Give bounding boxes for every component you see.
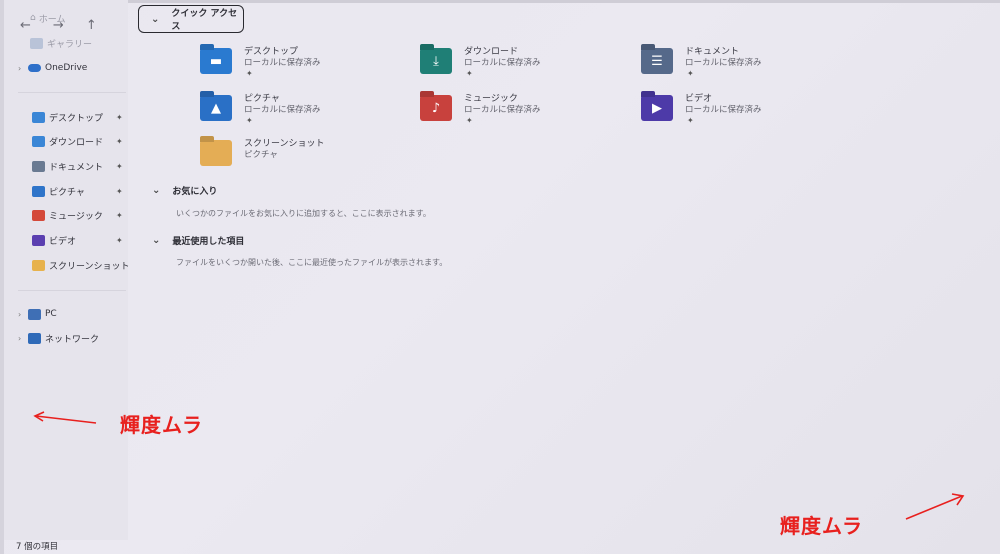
back-button[interactable]: ← [20, 18, 31, 33]
navigation-pane: ⌂ ホーム ← → ↑ ギャラリー › OneDrive デスクトップ ✦ ダウンロード… [4, 0, 130, 540]
sidebar-item-label: ネットワーク [45, 334, 100, 345]
sidebar-item-onedrive[interactable]: › OneDrive [18, 58, 87, 78]
recent-header[interactable]: ⌄ 最近使用した項目 [152, 234, 244, 247]
nav-buttons: ← → ↑ [20, 18, 119, 33]
pictures-icon [32, 185, 45, 197]
section-title: クイック アクセス [171, 9, 238, 32]
sidebar-item-label: ミュージック [49, 212, 103, 223]
annotation-arrow-left [33, 411, 97, 424]
quick-access-tile[interactable]: ▶ ビデオ ローカルに保存済み ✦ [641, 91, 851, 135]
gallery-icon [30, 37, 43, 49]
tile-glyph: ▶ [652, 100, 662, 116]
pin-icon[interactable]: ✦ [116, 162, 123, 171]
sidebar-item-label: スクリーンショット [49, 261, 130, 272]
chevron-right-icon[interactable]: › [18, 334, 28, 343]
chevron-down-icon[interactable]: ⌄ [151, 14, 159, 25]
chevron-down-icon[interactable]: ⌄ [152, 235, 160, 246]
chevron-down-icon[interactable]: ⌄ [152, 185, 160, 196]
cloud-icon [28, 64, 41, 72]
sidebar-item-label: OneDrive [45, 63, 88, 73]
chevron-right-icon[interactable]: › [18, 310, 28, 319]
tile-glyph: ♪ [431, 100, 441, 116]
sidebar-item-label: デスクトップ [49, 113, 104, 124]
pin-icon[interactable]: ✦ [246, 116, 253, 125]
sidebar-item-pinned[interactable]: スクリーンショット [32, 255, 130, 275]
tile-subtitle: ローカルに保存済み [464, 105, 541, 115]
sidebar-item-pinned[interactable]: ドキュメント ✦ [32, 156, 123, 176]
sidebar-item-label: ギャラリー [47, 39, 93, 50]
tile-subtitle: ローカルに保存済み [244, 105, 321, 115]
desktop-icon [32, 111, 45, 123]
sidebar-item-network[interactable]: › ネットワーク [18, 328, 99, 348]
pin-icon[interactable]: ✦ [116, 236, 123, 245]
section-title: 最近使用した項目 [172, 237, 245, 247]
folder-icon [32, 259, 45, 271]
sidebar-item-label: PC [45, 309, 57, 319]
pin-icon[interactable]: ✦ [466, 69, 473, 78]
quick-access-tile[interactable]: ♪ ミュージック ローカルに保存済み ✦ [420, 91, 630, 135]
sidebar-item-pinned[interactable]: ビデオ ✦ [32, 231, 123, 251]
recent-empty-note: ファイルをいくつか開いた後、ここに最近使ったファイルが表示されます。 [176, 258, 448, 267]
sidebar-item-label: ダウンロード [49, 138, 104, 149]
favorites-header[interactable]: ⌄ お気に入り [152, 184, 217, 197]
chevron-right-icon[interactable]: › [18, 64, 28, 73]
sidebar-divider [18, 92, 126, 93]
content-pane: ⌄ クイック アクセス ▬ デスクトップ ローカルに保存済み ✦ ⤓ ダウンロード ローカル… [128, 0, 1000, 554]
tile-glyph: ⤓ [433, 53, 439, 69]
up-button[interactable]: ↑ [86, 18, 97, 33]
sidebar-item-pc[interactable]: › PC [18, 304, 57, 324]
tile-subtitle: ピクチャ [244, 150, 278, 160]
pin-icon[interactable]: ✦ [116, 113, 123, 122]
sidebar-item-label: ピクチャ [49, 187, 85, 198]
music-icon [32, 210, 45, 222]
sidebar-item-label: ビデオ [49, 237, 77, 247]
sidebar-item-pinned[interactable]: ピクチャ ✦ [32, 181, 123, 201]
quick-access-tile[interactable]: ⤓ ダウンロード ローカルに保存済み ✦ [420, 44, 630, 88]
quick-access-tile[interactable]: ▲ ピクチャ ローカルに保存済み ✦ [200, 91, 410, 135]
pin-icon[interactable]: ✦ [116, 211, 123, 220]
tile-glyph: ☰ [651, 53, 663, 69]
sidebar-item-label: ドキュメント [49, 162, 104, 173]
download-icon [32, 136, 45, 148]
tile-subtitle: ローカルに保存済み [464, 58, 541, 68]
tile-glyph [200, 140, 232, 166]
document-icon [32, 160, 45, 172]
sidebar-item-pinned[interactable]: ミュージック ✦ [32, 206, 123, 226]
favorites-empty-note: いくつかのファイルをお気に入りに追加すると、ここに表示されます。 [176, 209, 431, 218]
pin-icon[interactable]: ✦ [116, 187, 123, 196]
quick-access-tile[interactable]: ☰ ドキュメント ローカルに保存済み ✦ [641, 44, 851, 88]
annotation-label-left: 輝度ムラ [120, 413, 203, 437]
sidebar-item-pinned[interactable]: ダウンロード ✦ [32, 132, 123, 152]
forward-button[interactable]: → [53, 18, 64, 33]
annotation-label-right: 輝度ムラ [780, 514, 863, 538]
tile-glyph: ▲ [211, 100, 221, 116]
tile-glyph: ▬ [209, 53, 223, 69]
network-icon [28, 332, 41, 344]
pin-icon[interactable]: ✦ [466, 116, 473, 125]
pin-icon[interactable]: ✦ [687, 69, 694, 78]
quick-access-header[interactable]: ⌄ クイック アクセス [138, 5, 244, 33]
video-icon [32, 235, 45, 246]
sidebar-item-pinned[interactable]: デスクトップ ✦ [32, 107, 123, 127]
section-title: お気に入り [172, 187, 218, 197]
status-bar-item-count: 7 個の項目 [16, 542, 59, 552]
sidebar-divider [18, 290, 126, 291]
tile-subtitle: ローカルに保存済み [244, 58, 321, 68]
quick-access-tile[interactable]: スクリーンショット ピクチャ [200, 136, 410, 180]
annotation-arrow-right [905, 493, 965, 520]
pin-icon[interactable]: ✦ [116, 137, 123, 146]
sidebar-item-gallery[interactable]: ギャラリー [30, 33, 92, 53]
pin-icon[interactable]: ✦ [246, 69, 253, 78]
pc-icon [28, 308, 41, 320]
tile-subtitle: ローカルに保存済み [685, 105, 762, 115]
tile-subtitle: ローカルに保存済み [685, 58, 762, 68]
quick-access-tile[interactable]: ▬ デスクトップ ローカルに保存済み ✦ [200, 44, 410, 88]
pin-icon[interactable]: ✦ [687, 116, 694, 125]
